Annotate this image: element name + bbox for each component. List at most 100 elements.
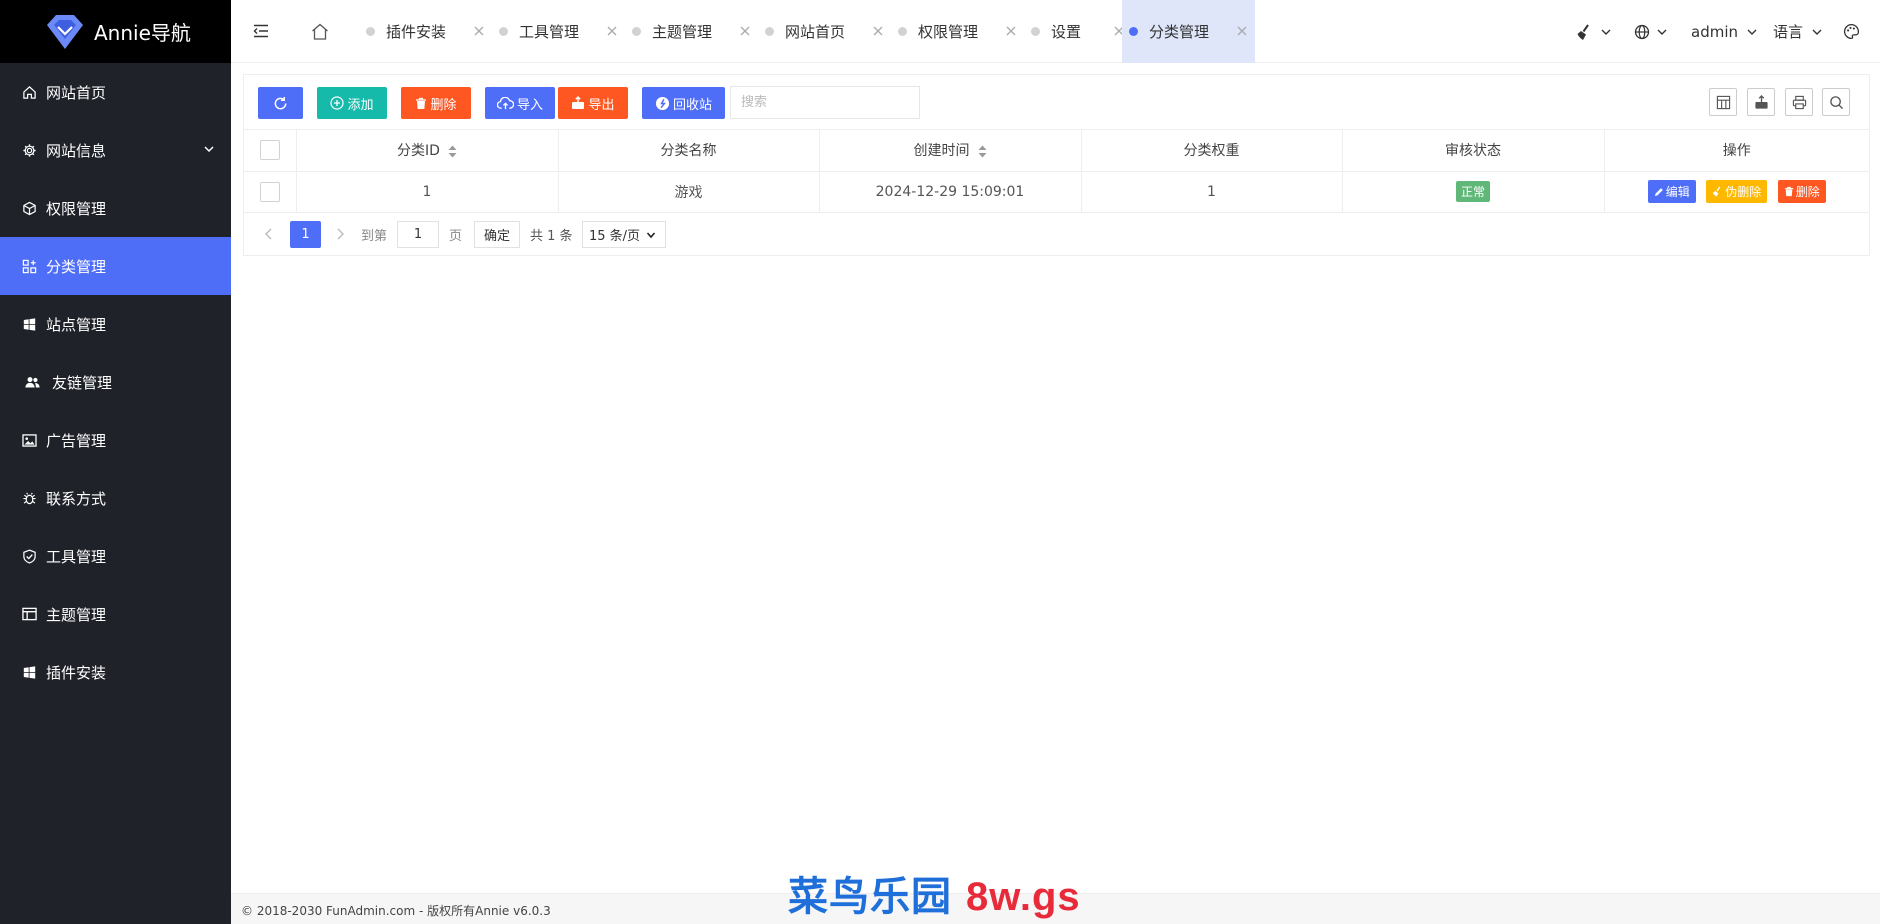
header-label: 操作 <box>1722 143 1751 160</box>
cube-icon <box>22 201 37 216</box>
tab-themes[interactable]: 主题管理 <box>625 0 758 63</box>
sidebar: Annie导航 网站首页 网站信息 权限管理 分类管理 站点管理 友链管理 广告… <box>0 0 231 924</box>
sort-icon[interactable] <box>978 145 987 158</box>
tab-site-home[interactable]: 网站首页 <box>758 0 891 63</box>
column-header-actions: 操作 <box>1604 130 1869 172</box>
close-icon[interactable] <box>605 24 619 38</box>
header-label: 分类ID <box>397 143 440 160</box>
tab-categories[interactable]: 分类管理 <box>1122 0 1255 63</box>
edit-button[interactable]: 编辑 <box>1647 180 1696 203</box>
row-checkbox[interactable] <box>259 181 280 202</box>
cell-name: 游戏 <box>558 171 820 213</box>
sidebar-item-contact[interactable]: 联系方式 <box>0 469 231 527</box>
sidebar-item-tools[interactable]: 工具管理 <box>0 527 231 585</box>
sidebar-item-label: 分类管理 <box>46 257 107 276</box>
page-size-select[interactable]: 15 条/页 <box>582 221 666 248</box>
soft-delete-button-label: 伪删除 <box>1725 185 1762 199</box>
column-header-name: 分类名称 <box>558 130 820 172</box>
cell-status: 正常 <box>1342 171 1605 213</box>
status-badge[interactable]: 正常 <box>1455 181 1490 202</box>
export-icon <box>571 96 585 110</box>
header-label: 审核状态 <box>1445 143 1501 160</box>
column-header-created[interactable]: 创建时间 <box>819 130 1082 172</box>
sidebar-item-friend-links[interactable]: 友链管理 <box>0 353 231 411</box>
sidebar-item-themes[interactable]: 主题管理 <box>0 585 231 643</box>
table-header-row: 分类ID 分类名称 创建时间 分类权重 审核状态 操作 <box>244 130 1869 172</box>
theme-palette-icon[interactable] <box>1843 0 1860 63</box>
sidebar-item-sites[interactable]: 站点管理 <box>0 295 231 353</box>
sidebar-item-permissions[interactable]: 权限管理 <box>0 179 231 237</box>
prev-page-icon[interactable] <box>264 220 274 248</box>
user-dropdown[interactable]: admin <box>1691 0 1758 63</box>
import-button-label: 导入 <box>516 97 543 113</box>
language-dropdown[interactable]: 语言 <box>1773 0 1823 63</box>
row-delete-button[interactable]: 删除 <box>1777 180 1826 203</box>
trash-icon <box>1784 186 1794 197</box>
sidebar-item-ads[interactable]: 广告管理 <box>0 411 231 469</box>
grid-icon <box>22 259 37 274</box>
tab-permissions[interactable]: 权限管理 <box>891 0 1024 63</box>
sidebar-item-label: 网站首页 <box>46 83 107 102</box>
sidebar-item-categories[interactable]: 分类管理 <box>0 237 231 295</box>
close-icon[interactable] <box>871 24 885 38</box>
next-page-icon[interactable] <box>335 220 345 248</box>
username: admin <box>1691 22 1738 41</box>
cell-id: 1 <box>296 171 559 213</box>
image-icon <box>22 433 37 448</box>
delete-button[interactable]: 删除 <box>401 87 471 119</box>
sort-icon[interactable] <box>448 145 457 158</box>
column-header-weight: 分类权重 <box>1081 130 1343 172</box>
chevron-down-icon <box>1656 26 1668 38</box>
close-icon[interactable] <box>1004 24 1018 38</box>
table-panel: 添加 删除 导入 导出 回收站 搜索 分类ID 分类名称 创建时间 分类权重 审… <box>243 74 1870 256</box>
tab-dot-icon <box>1031 27 1040 36</box>
tab-plugin-install[interactable]: 插件安装 <box>359 0 492 63</box>
recycle-bin-button[interactable]: 回收站 <box>642 87 725 119</box>
site-link-dropdown[interactable] <box>1634 0 1668 63</box>
export-button[interactable]: 导出 <box>558 87 628 119</box>
pagination: 1 到第 页 确定 共 1 条 15 条/页 <box>244 213 1869 253</box>
sidebar-item-label: 权限管理 <box>46 199 107 218</box>
tab-tools[interactable]: 工具管理 <box>492 0 625 63</box>
goto-prefix: 到第 <box>361 228 388 244</box>
close-icon[interactable] <box>738 24 752 38</box>
category-table: 分类ID 分类名称 创建时间 分类权重 审核状态 操作 1 游戏 2024-12… <box>244 130 1869 213</box>
watermark: 菜鸟乐园 8w.gs <box>788 864 1081 922</box>
header-label: 分类权重 <box>1183 143 1240 160</box>
tab-label: 权限管理 <box>918 23 979 41</box>
goto-page-input[interactable] <box>397 221 439 248</box>
goto-confirm-button[interactable]: 确定 <box>474 221 520 248</box>
tab-settings[interactable]: 设置 <box>1024 0 1132 63</box>
broom-icon <box>1576 23 1594 41</box>
sidebar-item-home[interactable]: 网站首页 <box>0 63 231 121</box>
add-button-label: 添加 <box>347 97 374 113</box>
close-icon[interactable] <box>1235 24 1249 38</box>
search-input[interactable] <box>730 86 920 119</box>
header-label: 分类名称 <box>660 143 717 160</box>
sidebar-item-site-info[interactable]: 网站信息 <box>0 121 231 179</box>
pencil-icon <box>1654 187 1664 197</box>
column-header-id[interactable]: 分类ID <box>296 130 559 172</box>
import-button[interactable]: 导入 <box>485 87 555 119</box>
close-icon[interactable] <box>472 24 486 38</box>
tab-label: 插件安装 <box>386 23 447 41</box>
print-icon[interactable] <box>1785 88 1813 116</box>
soft-delete-button[interactable]: 伪删除 <box>1706 180 1768 203</box>
home-tab-icon[interactable] <box>309 20 331 42</box>
windows-icon <box>22 665 37 680</box>
top-bar: 插件安装 工具管理 主题管理 网站首页 权限管理 设置 分类管理 admin 语… <box>231 0 1880 63</box>
refresh-button[interactable] <box>258 87 303 119</box>
total-count: 共 1 条 <box>530 228 573 244</box>
page-current[interactable]: 1 <box>290 221 321 248</box>
clear-cache-dropdown[interactable] <box>1576 0 1612 63</box>
menu-fold-icon[interactable] <box>251 21 271 41</box>
logo[interactable]: Annie导航 <box>0 0 231 63</box>
select-all-checkbox[interactable] <box>259 140 280 161</box>
export-tool-icon[interactable] <box>1747 88 1775 116</box>
recycle-icon <box>655 96 670 111</box>
tab-label: 网站首页 <box>785 23 846 41</box>
search-icon[interactable] <box>1822 88 1850 116</box>
add-button[interactable]: 添加 <box>317 87 387 119</box>
sidebar-item-plugins[interactable]: 插件安装 <box>0 643 231 701</box>
columns-toggle-icon[interactable] <box>1709 88 1737 116</box>
